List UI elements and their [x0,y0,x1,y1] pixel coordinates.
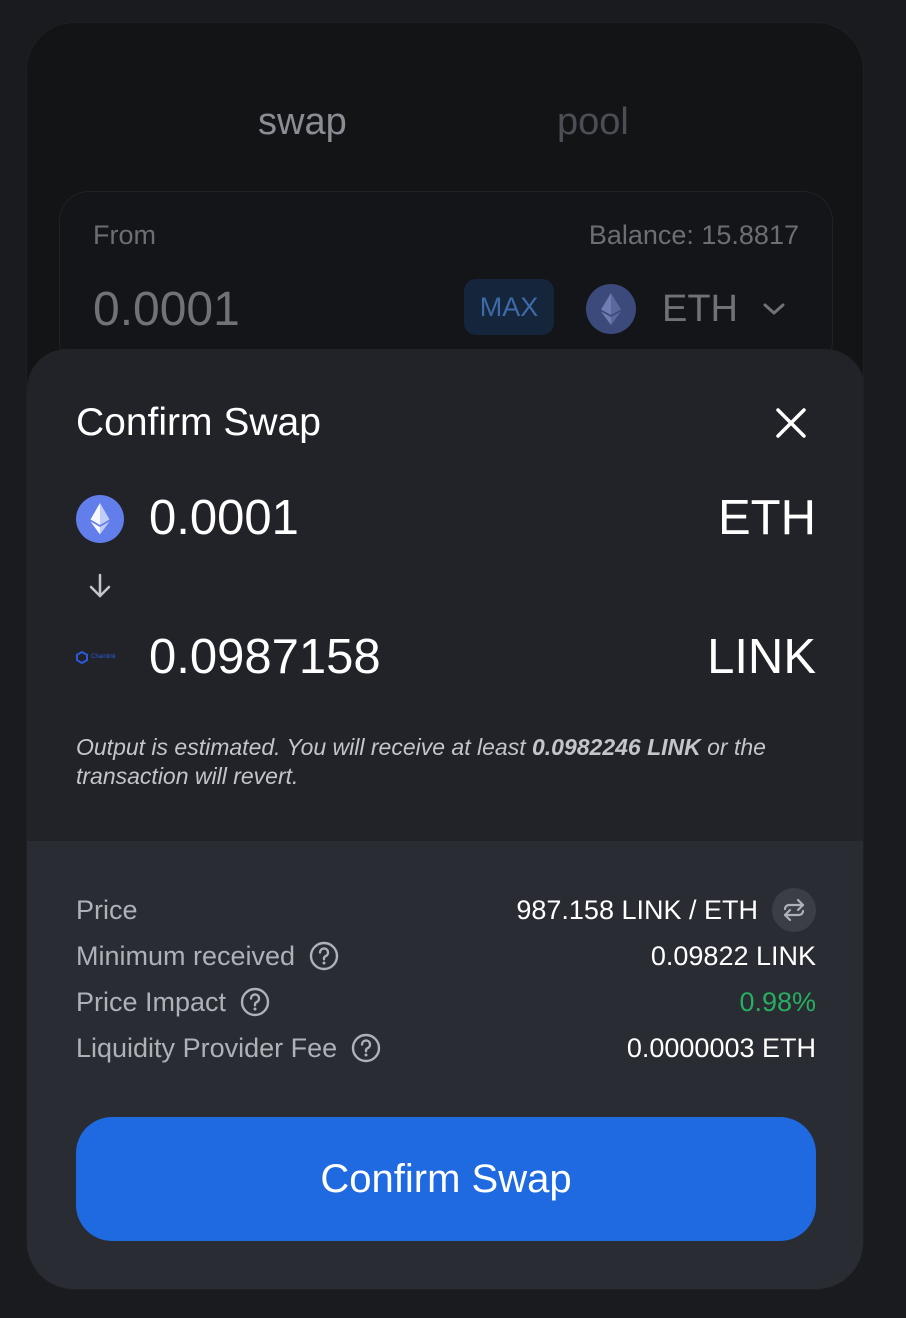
chainlink-logo-text: Chainlink [91,654,116,660]
lp-fee-row: Liquidity Provider Fee 0.0000003 ETH [76,1028,816,1068]
price-impact-label: Price Impact [76,987,270,1018]
help-icon[interactable] [351,1033,381,1063]
from-label: From [93,220,156,250]
lp-fee-label-text: Liquidity Provider Fee [76,1032,338,1063]
tab-bar: swap pool [27,101,863,157]
swap-card: swap pool From Balance: 15.8817 0.0001 M… [26,22,864,1290]
swap-direction-icon [783,898,805,922]
price-value: 987.158 LINK / ETH [516,888,816,932]
lp-fee-label: Liquidity Provider Fee [76,1033,381,1064]
minimum-received-row: Minimum received 0.09822 LINK [76,936,816,976]
close-icon[interactable] [773,405,809,441]
arrow-down-icon [89,573,111,598]
tab-swap[interactable]: swap [258,101,347,144]
price-label: Price [76,895,138,926]
eth-icon [76,495,124,543]
lp-fee-value: 0.0000003 ETH [626,1032,816,1063]
eth-icon [586,284,636,334]
tab-pool[interactable]: pool [557,101,629,144]
from-token-selector[interactable]: ETH [586,284,786,334]
note-min-amount: 0.0982246 LINK [531,734,701,760]
price-impact-label-text: Price Impact [76,986,227,1017]
input-amount: 0.0001 [149,491,299,545]
chainlink-icon: Chainlink [76,648,124,666]
confirm-swap-button[interactable]: Confirm Swap [76,1117,816,1241]
input-symbol: ETH [718,491,816,545]
from-input-panel: From Balance: 15.8817 0.0001 MAX ETH [59,191,833,371]
price-row: Price 987.158 LINK / ETH [76,888,816,932]
minimum-received-label: Minimum received [76,941,339,972]
balance-text: Balance: 15.8817 [588,220,799,250]
price-impact-value: 0.98% [739,986,816,1017]
output-amount: 0.0987158 [149,630,381,684]
help-icon[interactable] [240,987,270,1017]
confirm-swap-modal: Confirm Swap 0.0001 ETH Chainlink 0.0987… [27,349,863,1289]
chevron-down-icon [763,303,785,315]
chainlink-hex-icon [76,650,88,664]
minimum-received-label-text: Minimum received [76,940,296,971]
modal-title: Confirm Swap [76,401,321,444]
max-button[interactable]: MAX [464,279,554,335]
output-symbol: LINK [707,630,816,684]
note-prefix: Output is estimated. You will receive at… [76,734,532,760]
input-token-row: 0.0001 ETH [76,488,816,548]
invert-price-button[interactable] [772,888,816,932]
output-token-row: Chainlink 0.0987158 LINK [76,627,816,687]
minimum-received-value: 0.09822 LINK [650,940,816,971]
help-icon[interactable] [309,941,339,971]
price-label-text: Price [76,894,138,925]
estimate-note: Output is estimated. You will receive at… [76,733,816,791]
price-value-text: 987.158 LINK / ETH [516,894,758,925]
from-token-symbol: ETH [662,287,738,330]
price-impact-row: Price Impact 0.98% [76,982,816,1022]
from-amount-input[interactable]: 0.0001 [93,282,240,337]
